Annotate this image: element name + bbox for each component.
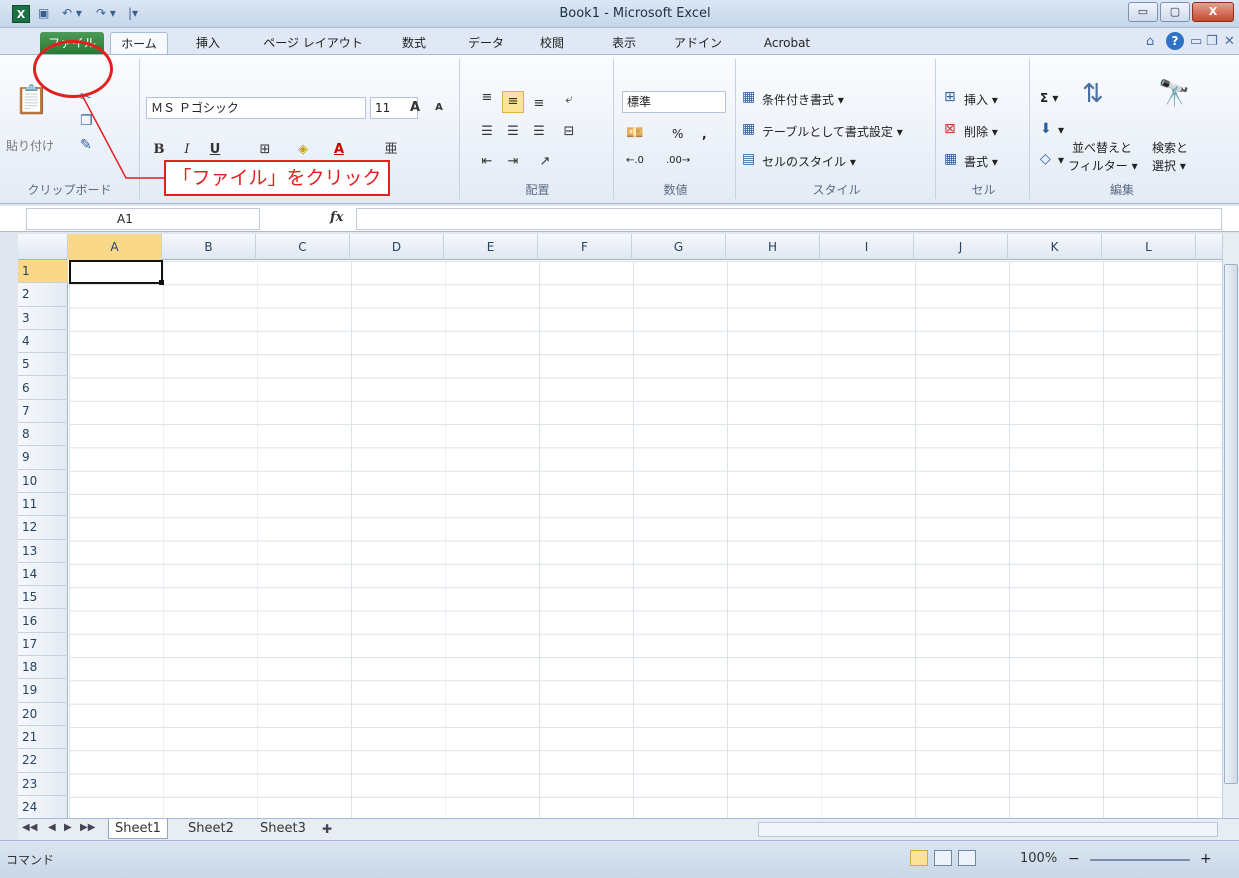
annotation-leader-line: [81, 94, 164, 179]
annotation-callout: 「ファイル」をクリック: [164, 160, 390, 196]
